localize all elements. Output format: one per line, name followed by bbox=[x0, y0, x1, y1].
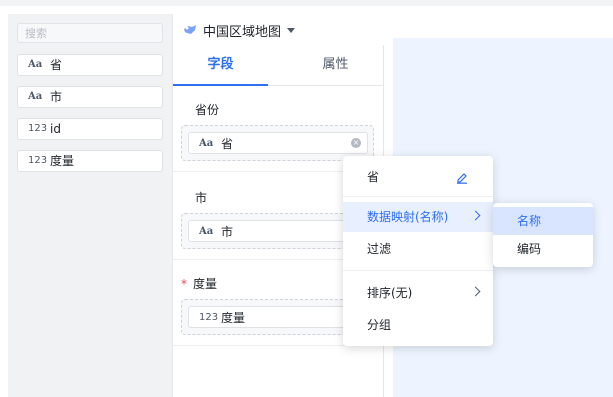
text-type-icon: Aa bbox=[28, 91, 43, 102]
field-item-id[interactable]: 123 id bbox=[17, 118, 163, 140]
section-label-city: 市 bbox=[195, 191, 208, 205]
close-icon[interactable]: × bbox=[351, 138, 361, 148]
chart-type-selector[interactable]: 中国区域地图 bbox=[183, 20, 296, 40]
field-chip-city[interactable]: Aa 市 bbox=[188, 220, 368, 242]
chevron-down-icon bbox=[287, 27, 296, 33]
chevron-right-icon bbox=[470, 286, 481, 297]
field-item-province[interactable]: Aa 省 bbox=[17, 54, 163, 76]
number-type-icon: 123 bbox=[28, 155, 48, 166]
menu-divider bbox=[343, 270, 493, 271]
field-list-panel: 搜索 Aa 省 Aa 市 123 id 123 度量 bbox=[8, 14, 173, 397]
field-name: 度量 bbox=[50, 154, 75, 168]
field-context-menu: 省 数据映射(名称) 过滤 排序(无) 分组 bbox=[343, 156, 493, 346]
tab-fields[interactable]: 字段 bbox=[173, 45, 268, 86]
menu-item-group[interactable]: 分组 bbox=[343, 310, 493, 340]
menu-item-filter[interactable]: 过滤 bbox=[343, 234, 493, 264]
submenu-item-code[interactable]: 编码 bbox=[493, 235, 593, 263]
measure-label-text: 度量 bbox=[193, 277, 218, 291]
section-label-province: 省份 bbox=[195, 103, 220, 117]
field-name: 市 bbox=[50, 90, 63, 104]
number-type-icon: 123 bbox=[199, 311, 219, 323]
field-item-measure[interactable]: 123 度量 bbox=[17, 150, 163, 172]
tab-properties[interactable]: 属性 bbox=[288, 45, 383, 85]
map-chart-icon bbox=[184, 25, 196, 34]
data-mapping-submenu: 名称 编码 bbox=[493, 203, 593, 267]
chip-label: 省 bbox=[221, 136, 234, 151]
section-label-measure: * 度量 bbox=[181, 275, 217, 292]
menu-item-sort[interactable]: 排序(无) bbox=[343, 278, 493, 308]
field-name: 省 bbox=[50, 58, 63, 72]
menu-item-label: 排序(无) bbox=[367, 286, 413, 300]
menu-field-name: 省 bbox=[367, 170, 380, 184]
text-type-icon: Aa bbox=[28, 59, 43, 70]
field-chip-province[interactable]: Aa 省 × bbox=[188, 132, 368, 154]
chart-type-label: 中国区域地图 bbox=[203, 24, 282, 40]
required-mark: * bbox=[181, 277, 187, 291]
field-name: id bbox=[50, 122, 61, 136]
field-chip-measure[interactable]: 123 度量 Σ bbox=[188, 306, 377, 328]
menu-divider bbox=[343, 196, 493, 197]
field-search-input[interactable]: 搜索 bbox=[17, 23, 163, 43]
number-type-icon: 123 bbox=[28, 123, 48, 134]
edit-icon[interactable] bbox=[455, 170, 469, 184]
menu-item-field-name: 省 bbox=[343, 162, 493, 192]
menu-item-data-mapping[interactable]: 数据映射(名称) bbox=[343, 202, 493, 232]
chevron-right-icon bbox=[470, 210, 481, 221]
chip-label: 度量 bbox=[221, 310, 246, 325]
submenu-item-name[interactable]: 名称 bbox=[493, 207, 593, 235]
menu-item-label: 数据映射(名称) bbox=[367, 210, 449, 224]
config-tabs: 字段 属性 bbox=[173, 45, 383, 86]
top-bar bbox=[0, 0, 613, 6]
field-item-city[interactable]: Aa 市 bbox=[17, 86, 163, 108]
text-type-icon: Aa bbox=[199, 225, 214, 237]
text-type-icon: Aa bbox=[199, 137, 214, 149]
chip-label: 市 bbox=[221, 224, 234, 239]
